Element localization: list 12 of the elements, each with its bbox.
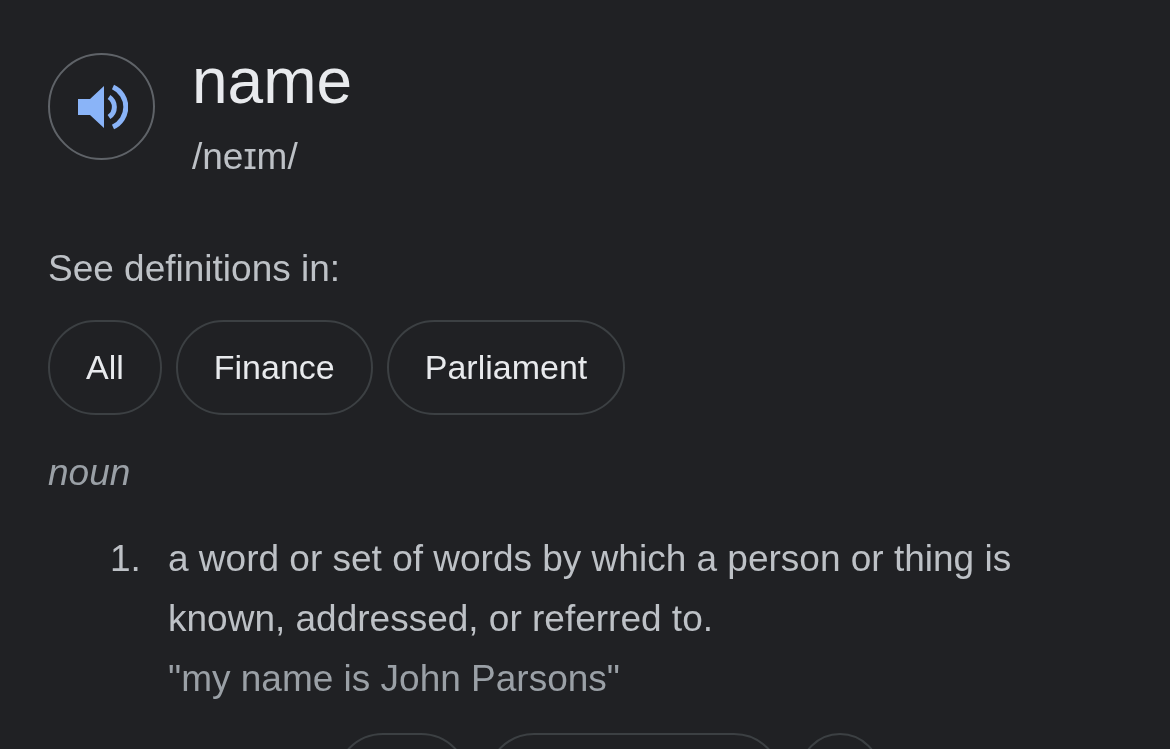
definition-text: a word or set of words by which a person or thing is known, addressed, or referred to. (168, 537, 1013, 641)
domain-chip[interactable]: Parliament (386, 320, 626, 415)
phonetic-text: /neɪm/ (192, 137, 299, 177)
speaker-icon (75, 82, 128, 131)
domain-chip[interactable]: All (48, 320, 162, 415)
definitions-label: See definitions in: (48, 247, 342, 291)
pronunciation-button[interactable] (48, 53, 155, 160)
part-of-speech: noun (48, 451, 132, 495)
domain-chip[interactable]: Finance (175, 320, 373, 415)
definition-number: 1. (110, 537, 142, 581)
example-text: "my name is John Parsons" (168, 657, 621, 701)
word-title: name (192, 49, 353, 113)
